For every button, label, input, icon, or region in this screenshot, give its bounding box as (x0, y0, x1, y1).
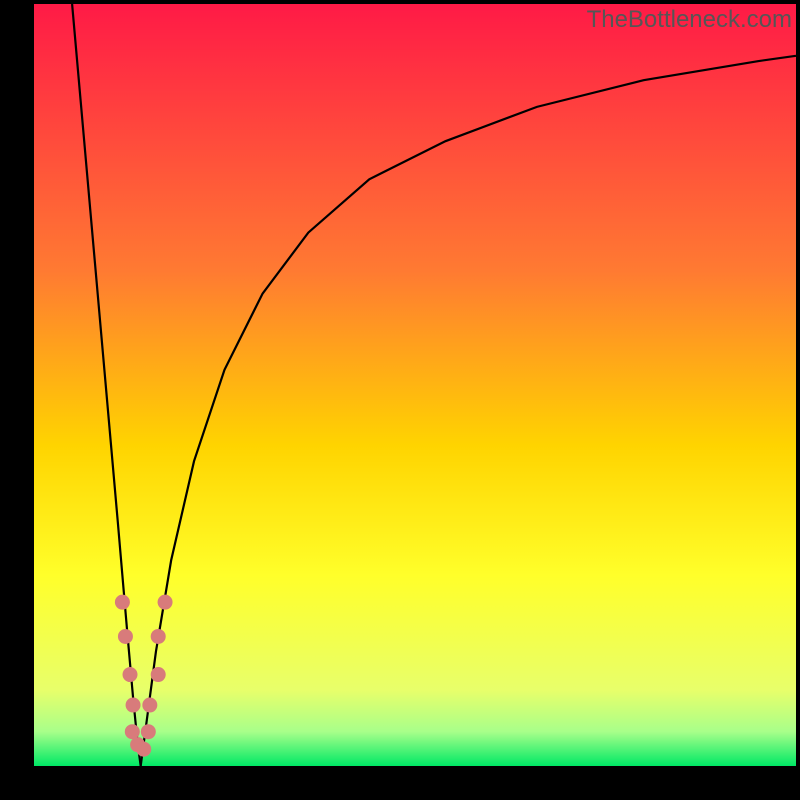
data-point (118, 629, 133, 644)
data-point (151, 629, 166, 644)
data-point (141, 724, 156, 739)
data-point (125, 724, 140, 739)
data-point (151, 667, 166, 682)
data-point (126, 698, 141, 713)
data-point (115, 595, 130, 610)
chart-frame: TheBottleneck.com (0, 0, 800, 800)
watermark-text: TheBottleneck.com (587, 6, 792, 34)
data-point (123, 667, 138, 682)
data-point (142, 698, 157, 713)
data-point (158, 595, 173, 610)
heatmap-background (34, 4, 796, 766)
chart-canvas (34, 4, 796, 766)
data-point (136, 742, 151, 757)
